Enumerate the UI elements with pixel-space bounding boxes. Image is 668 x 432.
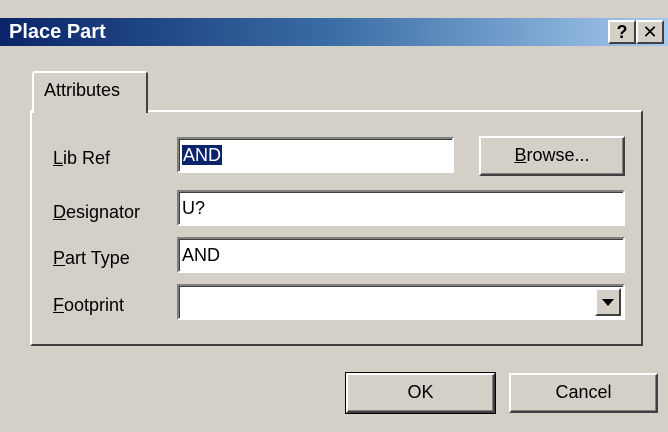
part-type-label: Part Type xyxy=(53,248,130,268)
title-bar[interactable]: Place Part ? ✕ xyxy=(0,18,668,46)
footprint-dropdown-button[interactable] xyxy=(595,288,621,316)
tab-attributes[interactable]: Attributes xyxy=(32,71,148,113)
part-type-value: AND xyxy=(182,245,221,265)
lib-ref-input[interactable]: AND xyxy=(177,137,454,173)
designator-value: U? xyxy=(182,198,206,218)
dialog-title: Place Part xyxy=(9,21,106,43)
footprint-select[interactable] xyxy=(177,284,625,320)
cancel-button[interactable]: Cancel xyxy=(509,373,658,413)
place-part-dialog: Place Part ? ✕ Attributes Lib Ref AND Br… xyxy=(0,0,668,432)
lib-ref-value: AND xyxy=(182,145,223,165)
chevron-down-icon xyxy=(602,299,614,306)
lib-ref-label: Lib Ref xyxy=(53,148,111,168)
designator-label: Designator xyxy=(53,202,141,222)
footprint-label: Footprint xyxy=(53,295,125,315)
part-type-input[interactable]: AND xyxy=(177,237,625,273)
designator-input[interactable]: U? xyxy=(177,190,625,226)
close-icon: ✕ xyxy=(642,22,658,42)
ok-button[interactable]: OK xyxy=(345,372,496,414)
help-icon: ? xyxy=(616,22,628,42)
tab-attributes-label: Attributes xyxy=(44,80,121,100)
help-button[interactable]: ? xyxy=(608,20,636,44)
close-button[interactable]: ✕ xyxy=(636,20,664,44)
browse-button[interactable]: Browse... xyxy=(479,136,625,176)
